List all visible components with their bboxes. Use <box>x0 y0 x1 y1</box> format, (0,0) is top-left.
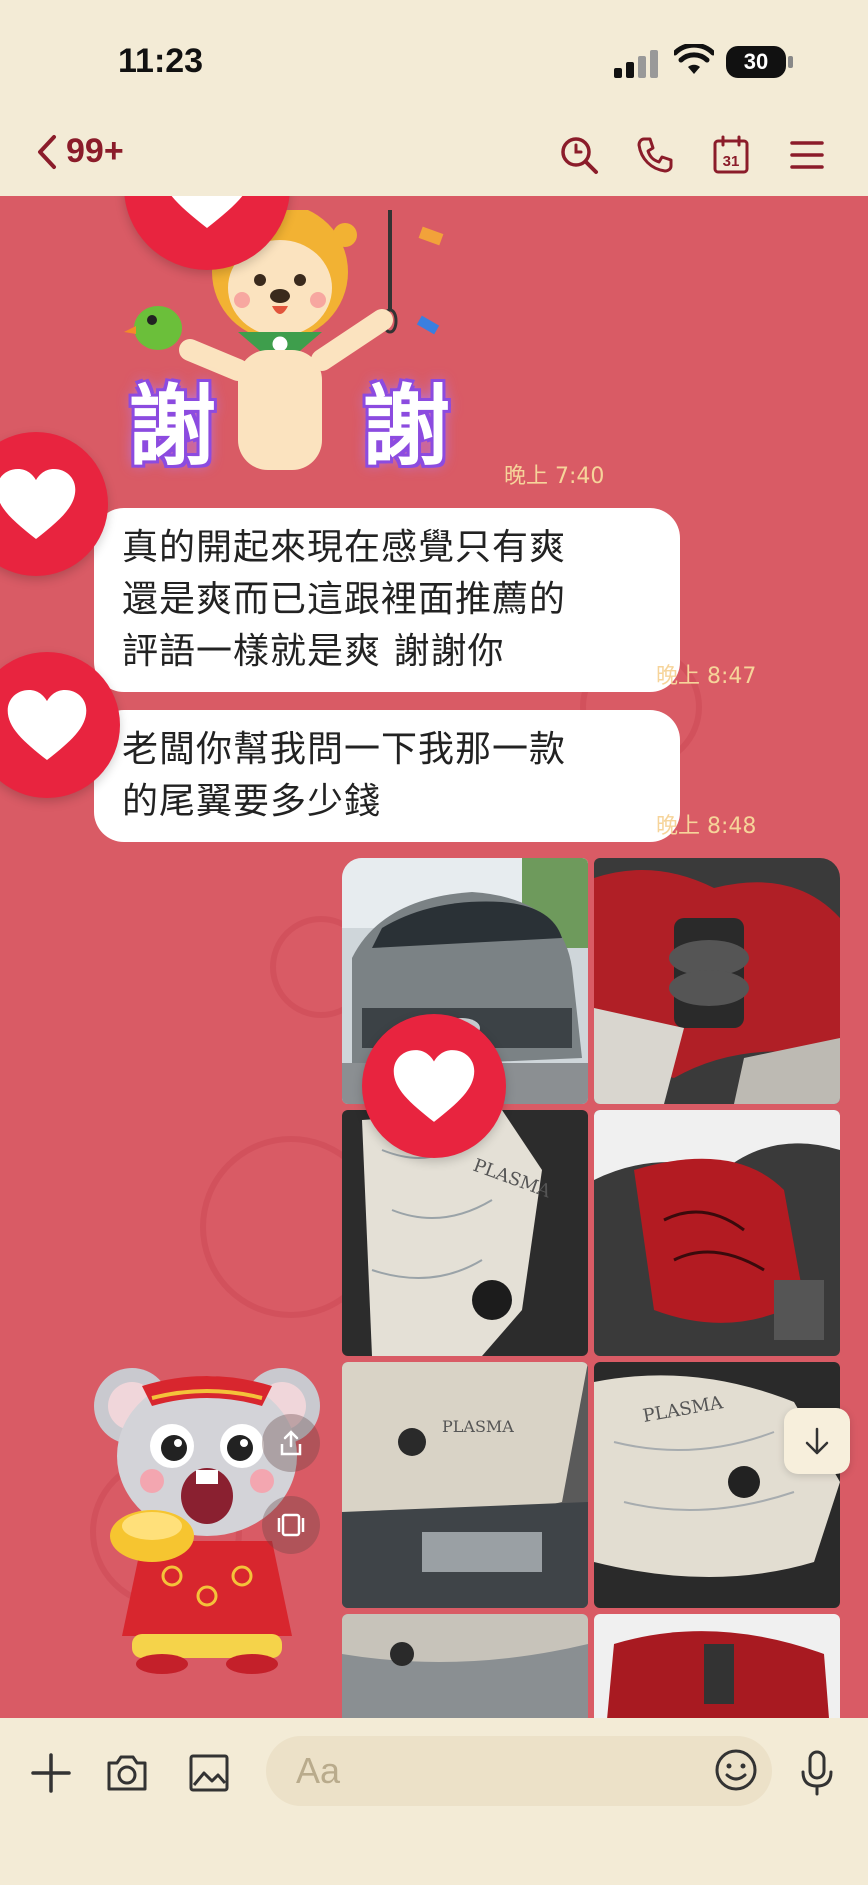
search-button[interactable] <box>558 134 600 176</box>
wifi-icon <box>674 44 714 74</box>
svg-text:31: 31 <box>723 153 740 170</box>
message-input[interactable] <box>266 1736 772 1806</box>
phone-icon <box>637 137 673 173</box>
photo-thumbnail[interactable] <box>594 1614 840 1718</box>
status-time: 11:23 <box>118 42 204 80</box>
status-bar: 11:23 30 <box>0 0 868 120</box>
red-damping-sheet-photo <box>594 1110 840 1356</box>
plus-icon <box>31 1753 71 1793</box>
message-timestamp: 晚上 7:40 <box>504 464 605 489</box>
plasma-label: PLASMA <box>442 1417 514 1436</box>
photo-thumbnail[interactable] <box>594 858 840 1104</box>
add-attachment-button[interactable] <box>26 1748 76 1798</box>
heart-reaction[interactable] <box>0 432 108 576</box>
smiley-icon <box>715 1749 757 1791</box>
image-icon <box>189 1754 229 1792</box>
camera-icon <box>107 1755 147 1791</box>
plasma-wheel-arch-photo: PLASMA <box>594 1362 840 1608</box>
battery-tip <box>788 56 793 68</box>
message-bubble[interactable]: 真的開起來現在感覺只有爽 還是爽而已這跟裡面推薦的 評語一樣就是爽 謝謝你 <box>94 508 680 692</box>
calendar-icon: 31 <box>713 135 749 174</box>
sticker-text-right: 謝 <box>362 375 451 478</box>
share-button[interactable] <box>262 1414 320 1472</box>
search-icon <box>561 137 598 174</box>
share-icon <box>280 1430 302 1456</box>
back-button[interactable]: 99+ <box>36 132 124 171</box>
menu-button[interactable] <box>786 134 828 176</box>
photo-thumbnail[interactable]: PLASMA <box>594 1362 840 1608</box>
voice-input-button[interactable] <box>792 1748 842 1798</box>
underbody-panel-photo <box>342 1614 588 1718</box>
plasma-underbody-photo: PLASMA <box>342 1362 588 1608</box>
calendar-button[interactable]: 31 <box>710 134 752 176</box>
battery-indicator: 30 <box>726 46 786 78</box>
chat-header: 99+ 31 <box>0 120 868 196</box>
heart-icon <box>171 196 243 228</box>
hamburger-menu-icon <box>790 141 824 169</box>
save-to-album-button[interactable] <box>262 1496 320 1554</box>
message-timestamp: 晚上 8:47 <box>656 664 757 689</box>
message-timestamp: 晚上 8:48 <box>656 814 757 839</box>
unread-count: 99+ <box>66 132 124 170</box>
heart-reaction[interactable] <box>362 1014 506 1158</box>
camera-button[interactable] <box>102 1748 152 1798</box>
red-wheel-arch-photo <box>594 1614 840 1718</box>
message-bubble[interactable]: 老闆你幫我問一下我那一款 的尾翼要多少錢 <box>94 710 680 842</box>
wheel-well-insulation-photo <box>594 858 840 1104</box>
photo-thumbnail[interactable] <box>594 1110 840 1356</box>
heart-icon <box>0 468 76 540</box>
microphone-icon <box>801 1750 833 1796</box>
chat-message-list[interactable]: 謝 謝 晚上 7:40 真的開起來現在感覺只有爽 還是爽而已這跟裡面推薦的 評語… <box>0 196 868 1718</box>
photo-thumbnail[interactable] <box>342 1614 588 1718</box>
call-button[interactable] <box>634 134 676 176</box>
album-icon <box>277 1513 305 1537</box>
photo-thumbnail[interactable]: PLASMA <box>342 1362 588 1608</box>
sticker-text-left: 謝 <box>128 375 217 478</box>
emoji-button[interactable] <box>714 1748 760 1794</box>
cellular-signal-icon <box>614 50 660 78</box>
chevron-left-icon <box>38 134 56 169</box>
heart-icon <box>7 689 87 761</box>
gallery-button[interactable] <box>184 1748 234 1798</box>
scroll-to-bottom-button[interactable] <box>784 1408 850 1474</box>
message-composer <box>0 1718 868 1885</box>
arrow-down-icon <box>805 1427 829 1455</box>
heart-icon <box>393 1050 475 1122</box>
